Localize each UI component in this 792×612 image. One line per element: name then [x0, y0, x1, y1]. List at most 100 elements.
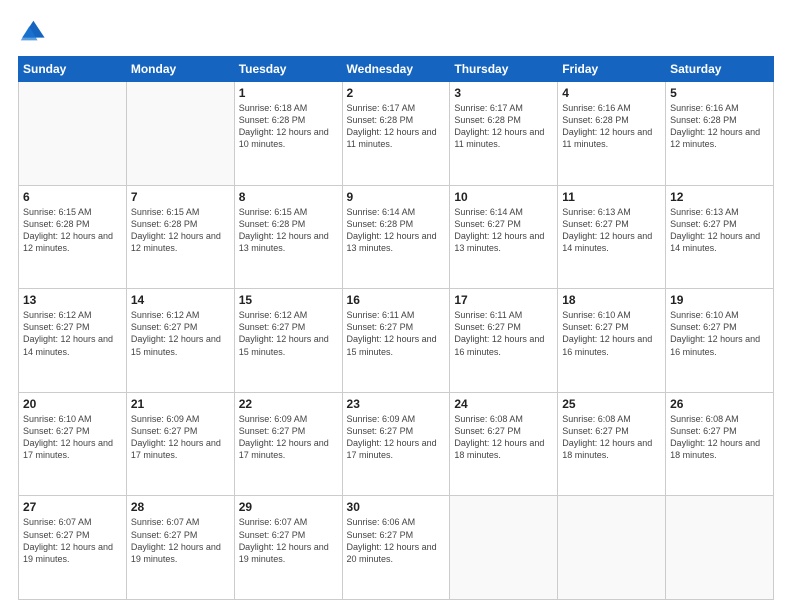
day-number: 2: [347, 86, 446, 100]
day-cell: 20 Sunrise: 6:10 AM Sunset: 6:27 PM Dayli…: [19, 392, 127, 496]
logo: [18, 18, 50, 46]
week-row-3: 20 Sunrise: 6:10 AM Sunset: 6:27 PM Dayli…: [19, 392, 774, 496]
day-cell: 6Sunrise: 6:15 AM Sunset: 6:28 PM Daylig…: [19, 185, 127, 289]
day-cell: 13 Sunrise: 6:12 AM Sunset: 6:27 PM Dayli…: [19, 289, 127, 393]
day-info: Sunrise: 6:15 AM Sunset: 6:28 PM Dayligh…: [239, 206, 338, 255]
day-number: 30: [347, 500, 446, 514]
day-info: Sunrise: 6:14 AM Sunset: 6:28 PM Dayligh…: [347, 206, 446, 255]
day-number: 7: [131, 190, 230, 204]
day-info: Sunrise: 6:07 AM Sunset: 6:27 PM Dayligh…: [23, 516, 122, 565]
day-number: 4: [562, 86, 661, 100]
day-info: Sunrise: 6:10 AM Sunset: 6:27 PM Dayligh…: [670, 309, 769, 358]
day-number: 14: [131, 293, 230, 307]
page: SundayMondayTuesdayWednesdayThursdayFrid…: [0, 0, 792, 612]
day-cell: 21Sunrise: 6:09 AM Sunset: 6:27 PM Dayli…: [126, 392, 234, 496]
day-number: 22: [239, 397, 338, 411]
day-info: Sunrise: 6:08 AM Sunset: 6:27 PM Dayligh…: [562, 413, 661, 462]
day-cell: 3Sunrise: 6:17 AM Sunset: 6:28 PM Daylig…: [450, 82, 558, 186]
day-info: Sunrise: 6:06 AM Sunset: 6:27 PM Dayligh…: [347, 516, 446, 565]
day-cell: 24 Sunrise: 6:08 AM Sunset: 6:27 PM Dayli…: [450, 392, 558, 496]
day-info: Sunrise: 6:15 AM Sunset: 6:28 PM Dayligh…: [131, 206, 230, 255]
calendar-table: SundayMondayTuesdayWednesdayThursdayFrid…: [18, 56, 774, 600]
day-info: Sunrise: 6:16 AM Sunset: 6:28 PM Dayligh…: [670, 102, 769, 151]
week-row-2: 13 Sunrise: 6:12 AM Sunset: 6:27 PM Dayli…: [19, 289, 774, 393]
day-info: Sunrise: 6:08 AM Sunset: 6:27 PM Dayligh…: [670, 413, 769, 462]
header: [18, 18, 774, 46]
day-info: Sunrise: 6:18 AM Sunset: 6:28 PM Dayligh…: [239, 102, 338, 151]
day-number: 26: [670, 397, 769, 411]
day-number: 19: [670, 293, 769, 307]
weekday-header-tuesday: Tuesday: [234, 57, 342, 82]
day-number: 18: [562, 293, 661, 307]
day-number: 12: [670, 190, 769, 204]
day-cell: 28 Sunrise: 6:07 AM Sunset: 6:27 PM Dayli…: [126, 496, 234, 600]
day-cell: 27 Sunrise: 6:07 AM Sunset: 6:27 PM Dayli…: [19, 496, 127, 600]
day-number: 5: [670, 86, 769, 100]
day-cell: [19, 82, 127, 186]
day-number: 13: [23, 293, 122, 307]
day-number: 27: [23, 500, 122, 514]
day-number: 6: [23, 190, 122, 204]
day-info: Sunrise: 6:07 AM Sunset: 6:27 PM Dayligh…: [239, 516, 338, 565]
day-cell: [126, 82, 234, 186]
day-info: Sunrise: 6:10 AM Sunset: 6:27 PM Dayligh…: [23, 413, 122, 462]
weekday-header-friday: Friday: [558, 57, 666, 82]
day-cell: 16Sunrise: 6:11 AM Sunset: 6:27 PM Dayli…: [342, 289, 450, 393]
day-info: Sunrise: 6:14 AM Sunset: 6:27 PM Dayligh…: [454, 206, 553, 255]
day-cell: [450, 496, 558, 600]
day-cell: 22 Sunrise: 6:09 AM Sunset: 6:27 PM Dayli…: [234, 392, 342, 496]
day-cell: 15 Sunrise: 6:12 AM Sunset: 6:27 PM Dayli…: [234, 289, 342, 393]
weekday-header-wednesday: Wednesday: [342, 57, 450, 82]
day-info: Sunrise: 6:13 AM Sunset: 6:27 PM Dayligh…: [562, 206, 661, 255]
day-info: Sunrise: 6:12 AM Sunset: 6:27 PM Dayligh…: [239, 309, 338, 358]
day-number: 25: [562, 397, 661, 411]
logo-icon: [18, 18, 46, 46]
week-row-1: 6 Sunrise: 6:15 AM Sunset: 6:28 PM Daylig…: [19, 185, 774, 289]
day-cell: [558, 496, 666, 600]
day-cell: 17 Sunrise: 6:11 AM Sunset: 6:27 PM Dayli…: [450, 289, 558, 393]
day-info: Sunrise: 6:09 AM Sunset: 6:27 PM Dayligh…: [239, 413, 338, 462]
day-number: 8: [239, 190, 338, 204]
day-info: Sunrise: 6:10 AM Sunset: 6:27 PM Dayligh…: [562, 309, 661, 358]
day-cell: 14 Sunrise: 6:12 AM Sunset: 6:27 PM Dayli…: [126, 289, 234, 393]
day-info: Sunrise: 6:17 AM Sunset: 6:28 PM Dayligh…: [347, 102, 446, 151]
day-cell: 25 Sunrise: 6:08 AM Sunset: 6:27 PM Dayli…: [558, 392, 666, 496]
week-row-4: 27 Sunrise: 6:07 AM Sunset: 6:27 PM Dayli…: [19, 496, 774, 600]
day-cell: 29 Sunrise: 6:07 AM Sunset: 6:27 PM Dayli…: [234, 496, 342, 600]
day-number: 9: [347, 190, 446, 204]
day-number: 15: [239, 293, 338, 307]
day-number: 24: [454, 397, 553, 411]
day-info: Sunrise: 6:12 AM Sunset: 6:27 PM Dayligh…: [23, 309, 122, 358]
day-info: Sunrise: 6:16 AM Sunset: 6:28 PM Dayligh…: [562, 102, 661, 151]
day-number: 29: [239, 500, 338, 514]
week-row-0: 1 Sunrise: 6:18 AM Sunset: 6:28 PM Daylig…: [19, 82, 774, 186]
day-cell: 26 Sunrise: 6:08 AM Sunset: 6:27 PM Dayli…: [666, 392, 774, 496]
day-cell: 23 Sunrise: 6:09 AM Sunset: 6:27 PM Dayli…: [342, 392, 450, 496]
day-cell: 10 Sunrise: 6:14 AM Sunset: 6:27 PM Dayli…: [450, 185, 558, 289]
day-number: 20: [23, 397, 122, 411]
day-cell: 30 Sunrise: 6:06 AM Sunset: 6:27 PM Dayli…: [342, 496, 450, 600]
day-info: Sunrise: 6:09 AM Sunset: 6:27 PM Dayligh…: [131, 413, 230, 462]
day-number: 17: [454, 293, 553, 307]
day-cell: 19 Sunrise: 6:10 AM Sunset: 6:27 PM Dayli…: [666, 289, 774, 393]
weekday-header-thursday: Thursday: [450, 57, 558, 82]
day-number: 28: [131, 500, 230, 514]
day-number: 1: [239, 86, 338, 100]
day-cell: [666, 496, 774, 600]
day-info: Sunrise: 6:11 AM Sunset: 6:27 PM Dayligh…: [454, 309, 553, 358]
day-number: 10: [454, 190, 553, 204]
day-cell: 4 Sunrise: 6:16 AM Sunset: 6:28 PM Daylig…: [558, 82, 666, 186]
day-number: 11: [562, 190, 661, 204]
day-cell: 9 Sunrise: 6:14 AM Sunset: 6:28 PM Daylig…: [342, 185, 450, 289]
day-cell: 7 Sunrise: 6:15 AM Sunset: 6:28 PM Daylig…: [126, 185, 234, 289]
day-cell: 18 Sunrise: 6:10 AM Sunset: 6:27 PM Dayli…: [558, 289, 666, 393]
day-cell: 11 Sunrise: 6:13 AM Sunset: 6:27 PM Dayli…: [558, 185, 666, 289]
day-number: 23: [347, 397, 446, 411]
day-info: Sunrise: 6:09 AM Sunset: 6:27 PM Dayligh…: [347, 413, 446, 462]
weekday-header-saturday: Saturday: [666, 57, 774, 82]
day-cell: 12Sunrise: 6:13 AM Sunset: 6:27 PM Dayli…: [666, 185, 774, 289]
day-info: Sunrise: 6:07 AM Sunset: 6:27 PM Dayligh…: [131, 516, 230, 565]
day-cell: 8 Sunrise: 6:15 AM Sunset: 6:28 PM Daylig…: [234, 185, 342, 289]
day-info: Sunrise: 6:08 AM Sunset: 6:27 PM Dayligh…: [454, 413, 553, 462]
day-info: Sunrise: 6:12 AM Sunset: 6:27 PM Dayligh…: [131, 309, 230, 358]
